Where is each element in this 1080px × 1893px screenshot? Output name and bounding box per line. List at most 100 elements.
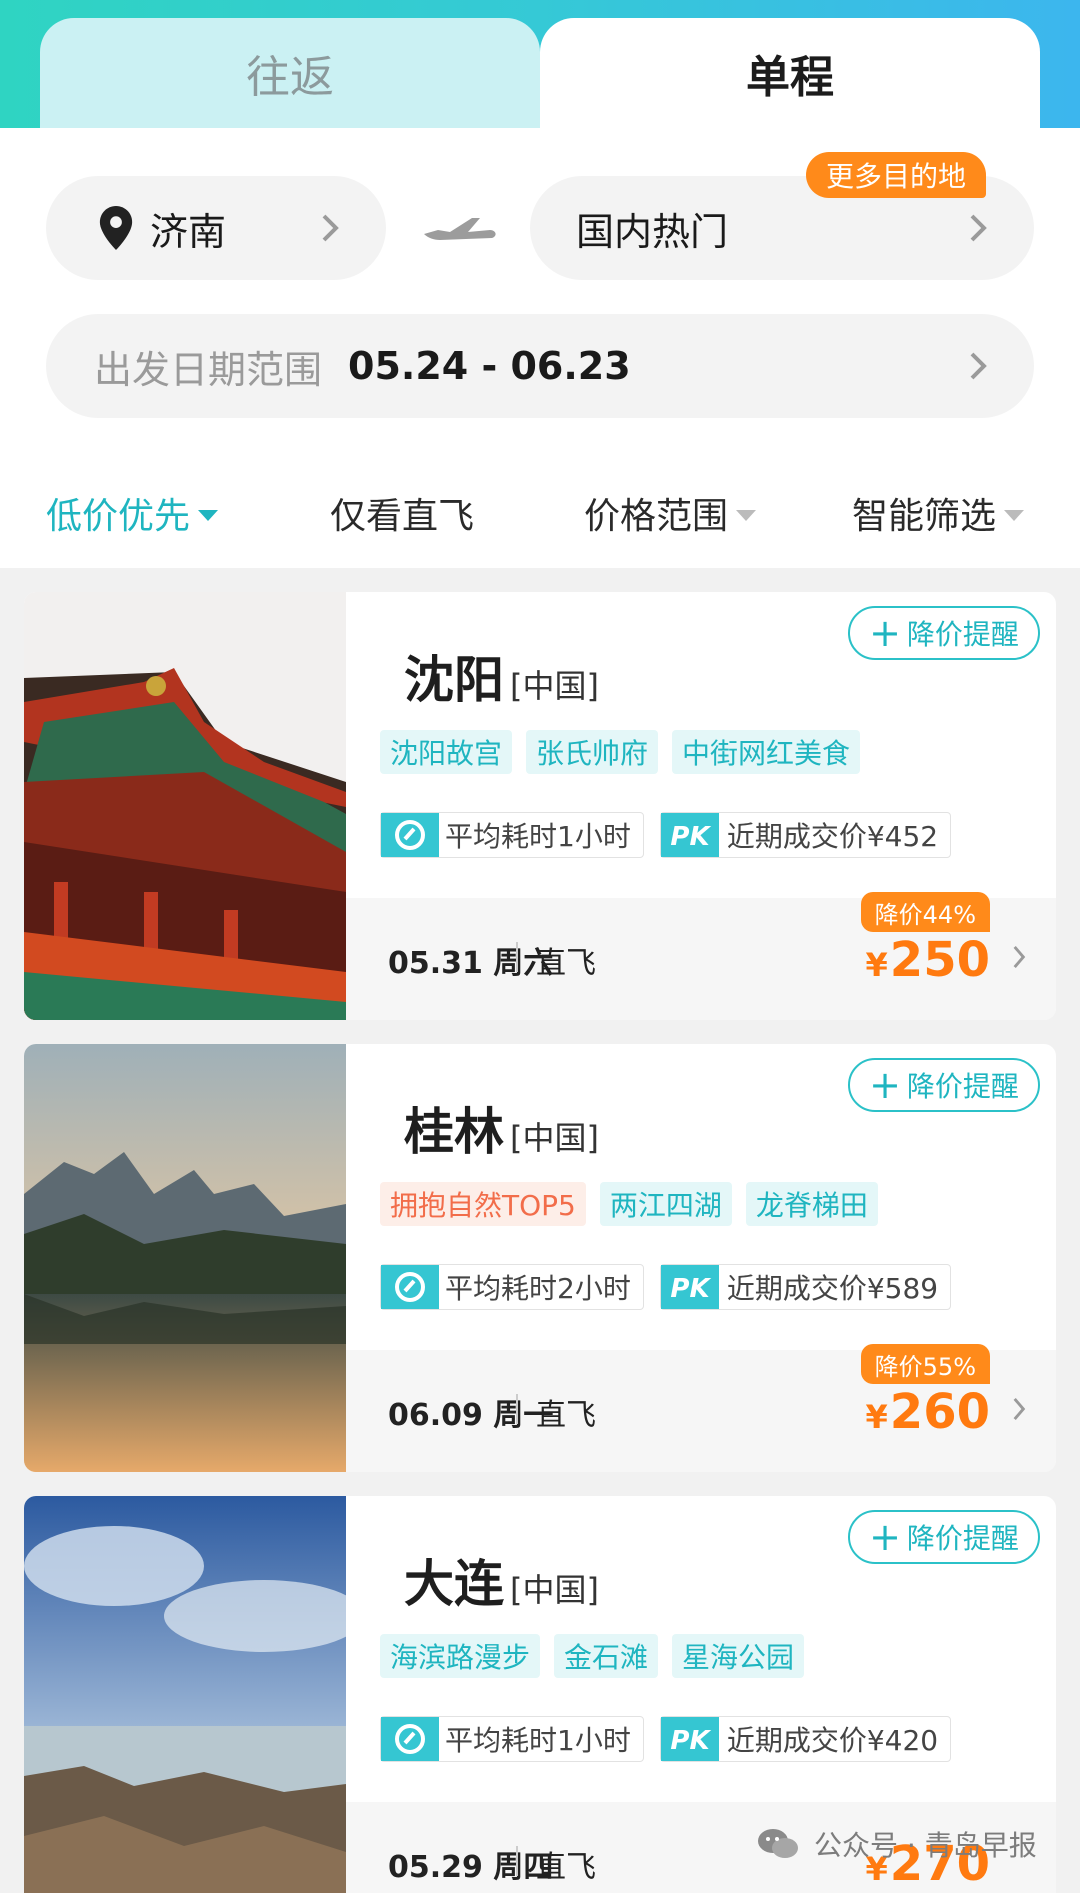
more-destinations-badge[interactable]: 更多目的地	[806, 152, 987, 198]
discount-badge: 降价55%	[860, 1344, 990, 1384]
flight-info: 平均耗时1小时 PK 近期成交价¥452	[380, 812, 952, 858]
wechat-icon	[758, 1829, 798, 1858]
date-range-selector[interactable]: 出发日期范围 05.24 - 06.23	[46, 314, 1034, 418]
average-duration-text: 平均耗时1小时	[445, 1724, 631, 1757]
dalian-coast-image	[24, 1496, 346, 1893]
shenyang-palace-image	[24, 592, 346, 1020]
filter-direct-only-label: 仅看直飞	[330, 496, 475, 537]
filter-low-price[interactable]: 低价优先	[46, 458, 219, 568]
city-name-text: 沈阳	[404, 651, 504, 709]
chevron-right-icon	[970, 352, 987, 380]
svg-text:PK: PK	[670, 1726, 711, 1756]
recent-price-text: 近期成交价¥420	[726, 1724, 939, 1757]
trip-type-tabs: 往返 单程	[40, 18, 1040, 128]
card-body: 桂林 [中国] + 降价提醒 拥抱自然TOP5 两江四湖 龙脊梯田 平均耗时2小时 …	[346, 1044, 1056, 1472]
chevron-right-icon	[1013, 945, 1026, 969]
departure-city-selector[interactable]: 济南	[46, 176, 386, 280]
average-duration-text: 平均耗时1小时	[445, 820, 631, 853]
city-name-text: 桂林	[404, 1103, 504, 1161]
watermark: 公众号 · 青岛早报	[756, 1824, 1037, 1864]
recent-price-text: 近期成交价¥589	[726, 1272, 939, 1305]
price-alert-label: 降价提醒	[906, 618, 1019, 651]
attraction-tag: 龙脊梯田	[745, 1182, 878, 1226]
price: ¥250	[866, 932, 990, 988]
price-alert-label: 降价提醒	[906, 1070, 1019, 1103]
clock-icon	[381, 1717, 439, 1761]
flight-date: 05.29 周四	[388, 1850, 554, 1885]
plus-icon: +	[869, 611, 901, 655]
price-value: 260	[889, 1384, 990, 1440]
price-value: 250	[889, 932, 990, 988]
destination-card[interactable]: 沈阳 [中国] + 降价提醒 沈阳故宫 张氏帅府 中街网红美食 平均耗时1小时 PK…	[24, 592, 1056, 1020]
currency-symbol: ¥	[865, 946, 888, 984]
guilin-landscape-image	[24, 1044, 346, 1472]
plus-icon: +	[869, 1515, 901, 1559]
flight-type: 直飞	[536, 946, 596, 981]
ranking-tag: 拥抱自然TOP5	[380, 1182, 586, 1226]
recent-price: PK 近期成交价¥589	[659, 1264, 952, 1310]
filter-bar: 低价优先 仅看直飞 价格范围 智能筛选	[0, 458, 1080, 568]
price-alert-button[interactable]: + 降价提醒	[848, 1510, 1040, 1564]
search-panel: 济南 国内热门 更多目的地 出发日期范围 05.24 - 06.23 低价优先 …	[0, 128, 1080, 568]
plus-icon: +	[869, 1063, 901, 1107]
tag-list: 拥抱自然TOP5 两江四湖 龙脊梯田	[380, 1182, 878, 1226]
average-duration: 平均耗时1小时	[380, 812, 644, 858]
flight-info: 平均耗时1小时 PK 近期成交价¥420	[380, 1716, 952, 1762]
tab-round-trip[interactable]: 往返	[40, 18, 540, 128]
pk-icon: PK	[660, 813, 719, 857]
date-range-label: 出发日期范围	[94, 347, 323, 392]
city-name: 大连 [中国]	[404, 1544, 599, 1616]
price-alert-button[interactable]: + 降价提醒	[848, 606, 1040, 660]
filter-direct-only[interactable]: 仅看直飞	[330, 458, 474, 568]
price-alert-button[interactable]: + 降价提醒	[848, 1058, 1040, 1112]
filter-price-range[interactable]: 价格范围	[584, 458, 757, 568]
dropdown-triangle-icon	[198, 509, 219, 521]
pk-icon: PK	[660, 1265, 719, 1309]
divider	[516, 1846, 518, 1876]
country-label: [中国]	[510, 1571, 599, 1609]
recent-price: PK 近期成交价¥452	[659, 812, 952, 858]
dropdown-triangle-icon	[736, 509, 757, 521]
flight-type: 直飞	[536, 1398, 596, 1433]
filter-smart-label: 智能筛选	[852, 496, 997, 537]
average-duration: 平均耗时1小时	[380, 1716, 644, 1762]
location-pin-icon	[99, 206, 133, 250]
fare-row[interactable]: 06.09 周一 直飞 降价55% ¥260	[346, 1344, 1056, 1472]
plane-icon	[424, 218, 496, 240]
recent-price: PK 近期成交价¥420	[659, 1716, 952, 1762]
svg-text:PK: PK	[670, 822, 711, 852]
filter-low-price-label: 低价优先	[46, 496, 191, 537]
flight-info: 平均耗时2小时 PK 近期成交价¥589	[380, 1264, 952, 1310]
country-label: [中国]	[510, 667, 599, 705]
chevron-right-icon	[970, 214, 987, 242]
price-alert-label: 降价提醒	[906, 1522, 1019, 1555]
attraction-tag: 张氏帅府	[526, 730, 659, 774]
average-duration: 平均耗时2小时	[380, 1264, 644, 1310]
average-duration-text: 平均耗时2小时	[445, 1272, 631, 1305]
attraction-tag: 中街网红美食	[672, 730, 861, 774]
date-range-value: 05.24 - 06.23	[348, 344, 631, 388]
clock-icon	[381, 813, 439, 857]
fare-row[interactable]: 05.31 周六 直飞 降价44% ¥250	[346, 892, 1056, 1020]
price: ¥260	[866, 1384, 990, 1440]
attraction-tag: 金石滩	[554, 1634, 659, 1678]
city-name: 桂林 [中国]	[404, 1092, 599, 1164]
divider	[516, 1394, 518, 1424]
filter-smart[interactable]: 智能筛选	[852, 458, 1025, 568]
country-label: [中国]	[510, 1119, 599, 1157]
flight-date: 06.09 周一	[388, 1398, 554, 1433]
chevron-right-icon	[322, 214, 339, 242]
card-body: 沈阳 [中国] + 降价提醒 沈阳故宫 张氏帅府 中街网红美食 平均耗时1小时 PK…	[346, 592, 1056, 1020]
attraction-tag: 海滨路漫步	[380, 1634, 541, 1678]
flight-date: 05.31 周六	[388, 946, 554, 981]
watermark-text: 公众号 · 青岛早报	[814, 1829, 1037, 1862]
attraction-tag: 沈阳故宫	[380, 730, 513, 774]
departure-city: 济南	[150, 209, 227, 254]
filter-price-range-label: 价格范围	[584, 496, 729, 537]
destination-card[interactable]: 桂林 [中国] + 降价提醒 拥抱自然TOP5 两江四湖 龙脊梯田 平均耗时2小时 …	[24, 1044, 1056, 1472]
discount-badge: 降价44%	[860, 892, 990, 932]
currency-symbol: ¥	[865, 1398, 888, 1436]
tab-one-way[interactable]: 单程	[540, 18, 1040, 128]
destination-text: 国内热门	[576, 209, 729, 254]
tag-list: 海滨路漫步 金石滩 星海公园	[380, 1634, 805, 1678]
